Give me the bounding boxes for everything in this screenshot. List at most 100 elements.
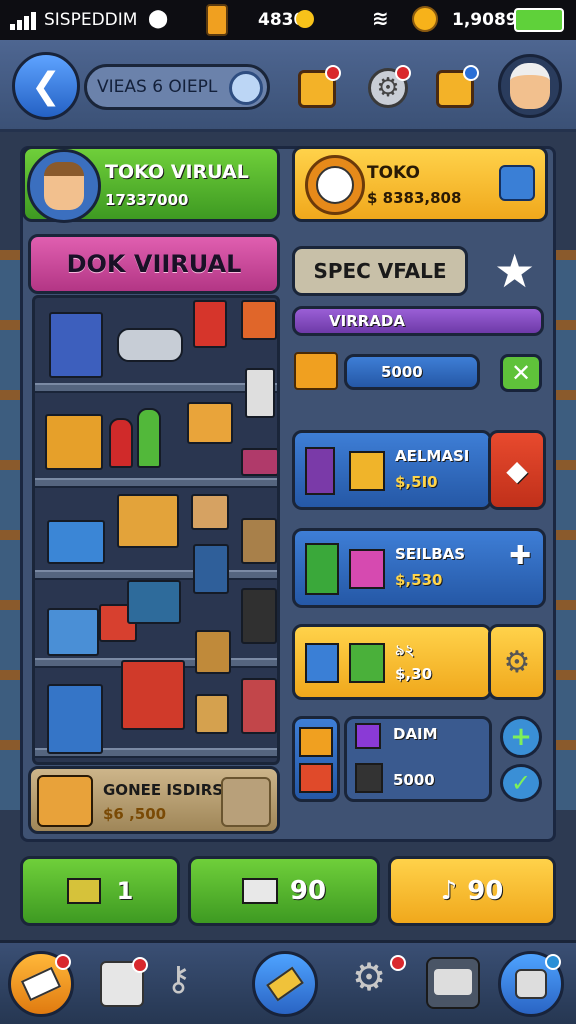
- stand-item[interactable]: [241, 678, 277, 734]
- back-button[interactable]: ❮: [12, 52, 80, 120]
- nav-settings[interactable]: ⚙: [352, 955, 406, 1009]
- edit-button[interactable]: [436, 65, 479, 108]
- close-button[interactable]: ✕: [500, 354, 542, 392]
- settings-button[interactable]: ⚙: [368, 65, 411, 108]
- blue-crate-item[interactable]: [127, 580, 181, 624]
- store-shelf-left: [0, 250, 22, 810]
- nav-home[interactable]: [8, 951, 74, 1017]
- store-amount: $ 8383,808: [367, 189, 462, 207]
- profile-avatar: [27, 149, 101, 223]
- shelf-plank: [35, 570, 277, 580]
- puzzle-icon[interactable]: ✚: [509, 541, 531, 571]
- item-4-price: 5000: [393, 771, 435, 789]
- star-icon[interactable]: ★: [494, 244, 535, 298]
- location-pin-icon: ⬤: [148, 8, 169, 29]
- fruit-icon: [299, 763, 333, 793]
- food-box-item[interactable]: [117, 494, 179, 548]
- item-3-title: ৯২: [395, 641, 415, 659]
- nav-delivery[interactable]: [426, 957, 480, 1009]
- red-bottle-item[interactable]: [109, 418, 133, 468]
- status-bar: SISPEDDIM ⬤ 4830 ≋ 1,9089: [0, 0, 576, 40]
- store-card[interactable]: TOKO $ 8383,808: [292, 146, 548, 222]
- ticket-icon: [241, 878, 278, 904]
- bag-icon: [305, 643, 339, 683]
- signal-icon: [10, 10, 38, 30]
- goods-icon: [349, 451, 385, 491]
- money-text: 1,9089: [452, 10, 518, 30]
- stock-field[interactable]: 5000: [344, 354, 480, 390]
- action-3-label: 90: [467, 876, 504, 906]
- add-button[interactable]: +: [500, 716, 542, 758]
- ticket-icon: [266, 966, 304, 1002]
- energy-bar: [514, 8, 564, 32]
- store-box-icon[interactable]: [499, 165, 535, 201]
- confirm-button[interactable]: ✓: [500, 764, 542, 802]
- item-1-title: AELMASI: [395, 447, 470, 465]
- poster-item[interactable]: [193, 300, 227, 348]
- fruit-crate-item[interactable]: [45, 414, 103, 470]
- action-button-1[interactable]: 1: [20, 856, 180, 926]
- action-button-2[interactable]: 90: [188, 856, 380, 926]
- item-1-price: $,5I0: [395, 473, 438, 491]
- computer-icon: [37, 775, 93, 827]
- search-icon[interactable]: [229, 71, 263, 105]
- edit-badge: [463, 65, 479, 81]
- stock-value: 5000: [381, 363, 423, 381]
- goods-box-item[interactable]: [187, 402, 233, 444]
- green-stack-icon: [305, 543, 339, 595]
- gear-icon: ⚙: [352, 955, 387, 999]
- item-settings-button[interactable]: ⚙: [488, 624, 546, 700]
- nav-key[interactable]: ⚷: [166, 959, 216, 1009]
- avatar-face: [44, 162, 84, 210]
- fruit-bin-item[interactable]: [47, 608, 99, 656]
- profile-card[interactable]: TOKO VIRUAL 17337000: [22, 146, 280, 223]
- purple-box-icon: [355, 723, 381, 749]
- red-basket-item[interactable]: [121, 660, 185, 730]
- basket-item[interactable]: [47, 520, 105, 564]
- item-card-4[interactable]: DAIM 5000: [344, 716, 492, 802]
- crate-icon: [349, 643, 385, 683]
- bag-item[interactable]: [241, 518, 277, 564]
- eraser-icon: [20, 966, 62, 1002]
- category-bar[interactable]: VIRRADA: [292, 306, 544, 336]
- item-card-1[interactable]: AELMASI $,5I0: [292, 430, 492, 510]
- action-button-3[interactable]: ♪ 90: [388, 856, 556, 926]
- cabinet-item[interactable]: [241, 588, 277, 644]
- profile-amount: 17337000: [105, 191, 189, 209]
- item-2-title: SEILBAS: [395, 545, 466, 563]
- header-title: VIEAS 6 OIEPL: [97, 77, 218, 97]
- pink-box-icon: [349, 549, 385, 589]
- store-title: TOKO: [367, 163, 420, 183]
- item-card-2[interactable]: SEILBAS $,530 ✚: [292, 528, 546, 608]
- nav-inventory[interactable]: [100, 957, 148, 1007]
- cardboard-item[interactable]: [191, 494, 229, 530]
- small-crate-item[interactable]: [241, 448, 277, 476]
- action-1-label: 1: [116, 877, 134, 905]
- monitor-item[interactable]: [49, 312, 103, 378]
- nav-camera[interactable]: [498, 951, 564, 1017]
- small-box-item[interactable]: [195, 694, 229, 734]
- avatar-face: [510, 63, 550, 109]
- item-card-3[interactable]: ৯২ $,30: [292, 624, 492, 700]
- battery-icon: [206, 4, 228, 36]
- wood-box-item[interactable]: [195, 630, 231, 674]
- nav-settings-badge: [390, 955, 406, 971]
- shop-title: DOK VIIRUAL: [28, 234, 280, 294]
- drink-item[interactable]: [193, 544, 229, 594]
- bag-icon: [221, 777, 271, 827]
- nav-center[interactable]: [252, 951, 318, 1017]
- car-item[interactable]: [117, 328, 183, 362]
- eraser-button[interactable]: ◆: [488, 430, 546, 510]
- quest-button[interactable]: [298, 65, 341, 108]
- title-pill: VIEAS 6 OIEPL: [84, 64, 270, 110]
- green-bottle-item[interactable]: [137, 408, 161, 468]
- sign-item[interactable]: [245, 368, 275, 418]
- gear-icon: ⚙: [503, 644, 531, 680]
- stock-box-icon: [294, 352, 338, 390]
- truck-icon: [434, 969, 472, 995]
- box-item[interactable]: [241, 300, 277, 340]
- shelf-plank: [35, 383, 277, 393]
- featured-card[interactable]: GONEE ISDIRS $6 ,500: [28, 766, 280, 834]
- player-avatar[interactable]: [498, 54, 562, 118]
- display-item[interactable]: [47, 684, 103, 754]
